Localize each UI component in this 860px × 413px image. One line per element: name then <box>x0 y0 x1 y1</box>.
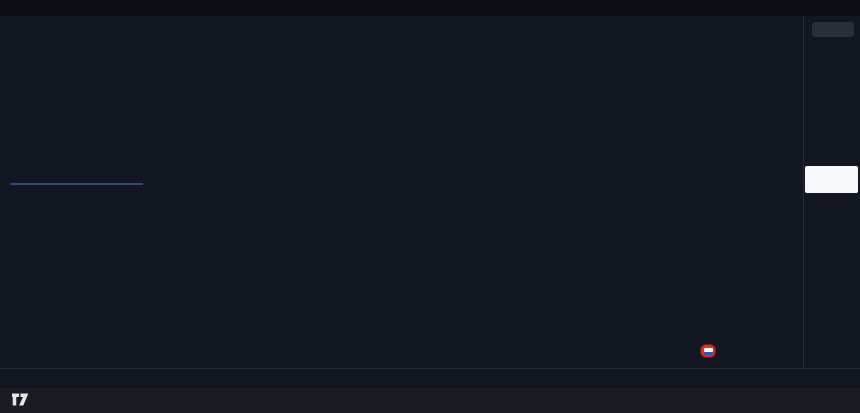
attribution-bar <box>0 0 860 16</box>
chart-area[interactable] <box>0 16 803 368</box>
current-price-label[interactable] <box>805 166 858 193</box>
axis-separator-vertical <box>803 16 804 368</box>
event-marker-icon[interactable] <box>700 344 716 358</box>
tradingview-logo[interactable] <box>12 392 35 407</box>
tradingview-app <box>0 0 860 413</box>
tradingview-logo-icon <box>12 392 29 407</box>
footer-bar <box>0 388 860 413</box>
currency-toggle-button[interactable] <box>812 22 854 37</box>
indicator-status-table <box>10 183 143 185</box>
axis-separator-horizontal <box>0 368 860 369</box>
symbol-legend[interactable] <box>13 20 18 30</box>
